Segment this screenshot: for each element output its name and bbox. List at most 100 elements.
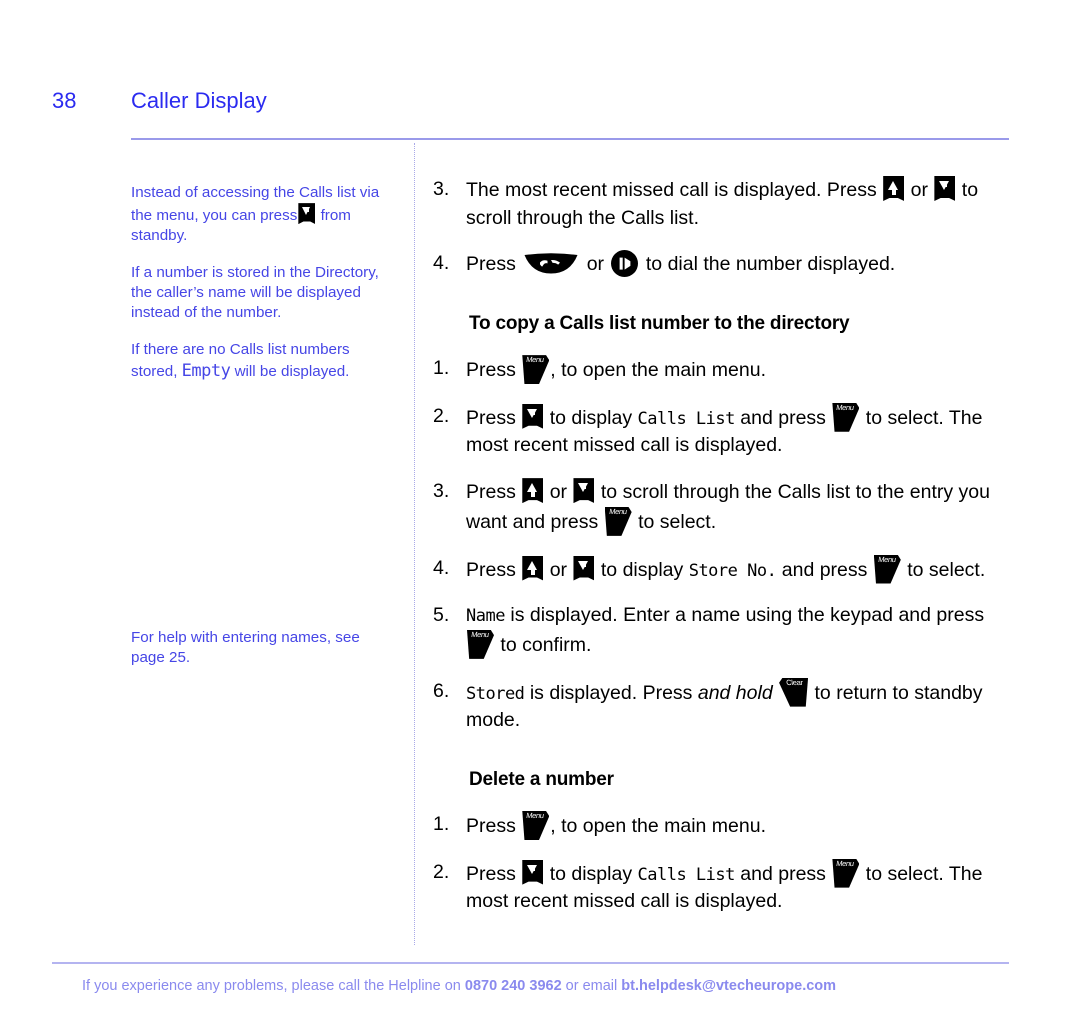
step-text-cont2: to select. (638, 510, 717, 533)
step-number: 3. (433, 178, 450, 200)
lcd-display-text: Store No. (688, 560, 777, 581)
menu-key-label: Menu (835, 402, 855, 412)
list-item: 2. Press to display Calls List and press… (433, 858, 1013, 916)
list-item: 4. Press or to display Store No. and pre… (433, 554, 1013, 585)
list-item: 1. Press Menu , to open the main menu. (433, 810, 1013, 841)
list-item: 6. Stored is displayed. Press and hold C… (433, 677, 1013, 735)
lcd-display-text: Name (466, 606, 505, 627)
step-text: Press (466, 359, 516, 382)
menu-key-label: Menu (835, 858, 855, 868)
step-text-cont: to display (600, 558, 684, 581)
step-text-cont2: and press (740, 406, 826, 429)
footer-mid-text: or email (565, 978, 618, 994)
menu-key-icon: Menu (604, 506, 632, 536)
step-number: 6. (433, 679, 450, 702)
conjunction: or (586, 253, 605, 276)
handsfree-key-icon (611, 250, 639, 278)
section-heading-copy: To copy a Calls list number to the direc… (469, 313, 850, 335)
footer-helpline: If you experience any problems, please c… (82, 978, 1022, 994)
section-heading-delete: Delete a number (469, 768, 614, 790)
down-arrow-key-icon (573, 555, 595, 581)
up-arrow-key-icon (522, 555, 544, 581)
column-divider (414, 143, 416, 945)
footer-divider-rule (52, 962, 1009, 964)
list-item: 2. Press to display Calls List and press… (433, 402, 1013, 460)
step-text: is displayed. Press (529, 681, 693, 704)
side-note-directory-name: If a number is stored in the Directory, … (131, 264, 379, 322)
side-note-entering-names: For help with entering names, see page 2… (131, 629, 360, 667)
page-number: 38 (52, 88, 77, 113)
step-text: Press (466, 558, 516, 581)
step-text-cont: to confirm. (500, 633, 592, 656)
step-text: Press (466, 406, 516, 429)
down-arrow-key-icon (573, 478, 595, 504)
side-note-text-cont: will be displayed. (234, 363, 350, 381)
menu-key-label: Menu (608, 506, 628, 516)
step-text-cont: to display (549, 862, 633, 885)
step-text: Press (466, 481, 516, 504)
page-title: Caller Display (131, 88, 267, 113)
clear-key-icon: Clear (779, 677, 809, 707)
lcd-display-text: Calls List (637, 408, 736, 429)
conjunction: or (549, 481, 568, 504)
step-text-cont: to dial the number displayed. (645, 253, 896, 276)
list-item: 4. Press or to dial the number displayed… (433, 250, 1013, 279)
step-text-cont2: and press (740, 862, 826, 885)
menu-key-label: Menu (525, 810, 545, 820)
step-text: The most recent missed call is displayed… (466, 179, 877, 201)
footer-phone-number: 0870 240 3962 (464, 978, 562, 994)
menu-key-label: Menu (525, 355, 545, 365)
step-number: 1. (433, 357, 450, 380)
list-item: 5. Name is displayed. Enter a name using… (433, 602, 1013, 659)
talk-key-icon (524, 253, 578, 274)
step-text: Press (466, 814, 516, 837)
step-text-cont: , to open the main menu. (550, 814, 766, 837)
lcd-display-text: Empty (181, 361, 231, 382)
emphasis-text: and hold (697, 681, 773, 704)
menu-key-label: Menu (877, 554, 897, 564)
sidebar-lower-notes: For help with entering names, see page 2… (131, 628, 396, 685)
step-text-cont: , to open the main menu. (550, 359, 766, 382)
sidebar-notes: Instead of accessing the Calls list via … (131, 183, 396, 400)
list-item: 1. Press Menu , to open the main menu. (433, 355, 1013, 385)
side-note-standby-shortcut: Instead of accessing the Calls list via … (131, 183, 396, 246)
up-arrow-key-icon (883, 176, 905, 201)
step-text-cont: to scroll through the Calls list to the … (466, 481, 990, 533)
down-arrow-key-icon (522, 403, 544, 429)
menu-key-icon: Menu (522, 810, 550, 840)
up-arrow-key-icon (522, 478, 544, 504)
footer-lead-text: If you experience any problems, please c… (82, 978, 461, 994)
conjunction: or (910, 179, 928, 201)
step-text-cont3: to select. (907, 558, 986, 581)
lcd-display-text: Calls List (637, 864, 736, 885)
step-text-cont: to display (549, 406, 633, 429)
footer-email-address: bt.helpdesk@vtecheurope.com (621, 978, 837, 994)
list-item: 3. The most recent missed call is displa… (433, 176, 1013, 232)
menu-key-icon: Menu (467, 629, 494, 659)
step-number: 1. (433, 812, 450, 835)
down-arrow-key-icon (298, 203, 316, 225)
side-note-empty-list: If there are no Calls list numbers store… (131, 340, 396, 383)
header-divider-rule (131, 138, 1009, 140)
clear-key-label: Clear (785, 677, 804, 687)
down-arrow-key-icon (934, 176, 956, 201)
down-arrow-key-icon (522, 859, 544, 885)
main-content: 3. The most recent missed call is displa… (433, 176, 1013, 934)
menu-key-label: Menu (470, 629, 490, 639)
list-item: 3. Press or to scroll through the Calls … (433, 478, 1013, 536)
step-text: Press (466, 862, 516, 885)
conjunction: or (549, 558, 568, 581)
step-number: 3. (433, 480, 450, 503)
lcd-display-text: Stored (466, 683, 525, 704)
menu-key-icon: Menu (522, 355, 550, 385)
step-number: 4. (433, 556, 450, 579)
step-number: 4. (433, 252, 450, 275)
step-number: 5. (433, 604, 450, 627)
menu-key-icon: Menu (873, 554, 901, 584)
step-text-cont2: and press (781, 558, 868, 581)
page-header: 38 Caller Display (0, 88, 1080, 124)
step-number: 2. (433, 860, 450, 883)
step-number: 2. (433, 404, 450, 427)
step-text: Press (466, 253, 516, 276)
menu-key-icon: Menu (832, 858, 860, 888)
